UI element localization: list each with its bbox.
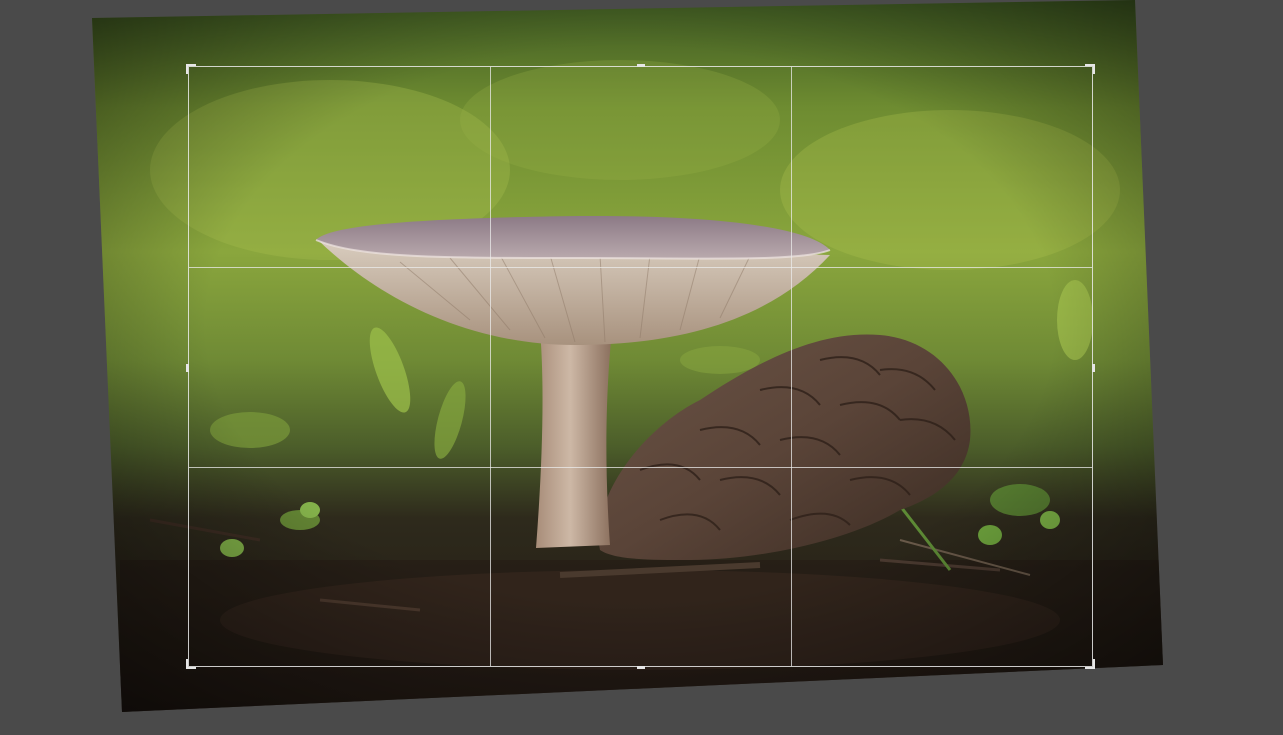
crop-handle-top-right[interactable]: [1085, 64, 1095, 74]
crop-handle-right[interactable]: [1092, 364, 1095, 372]
editor-canvas[interactable]: [0, 0, 1283, 735]
crop-handle-bottom[interactable]: [637, 666, 645, 669]
crop-frame[interactable]: [186, 64, 1095, 669]
grid-line-vertical-1: [490, 67, 491, 666]
grid-line-horizontal-1: [189, 267, 1092, 268]
crop-handle-top[interactable]: [637, 64, 645, 67]
crop-handle-bottom-right[interactable]: [1085, 659, 1095, 669]
crop-handle-bottom-left[interactable]: [186, 659, 196, 669]
grid-line-vertical-2: [791, 67, 792, 666]
crop-handle-left[interactable]: [186, 364, 189, 372]
crop-handle-top-left[interactable]: [186, 64, 196, 74]
grid-line-horizontal-2: [189, 467, 1092, 468]
